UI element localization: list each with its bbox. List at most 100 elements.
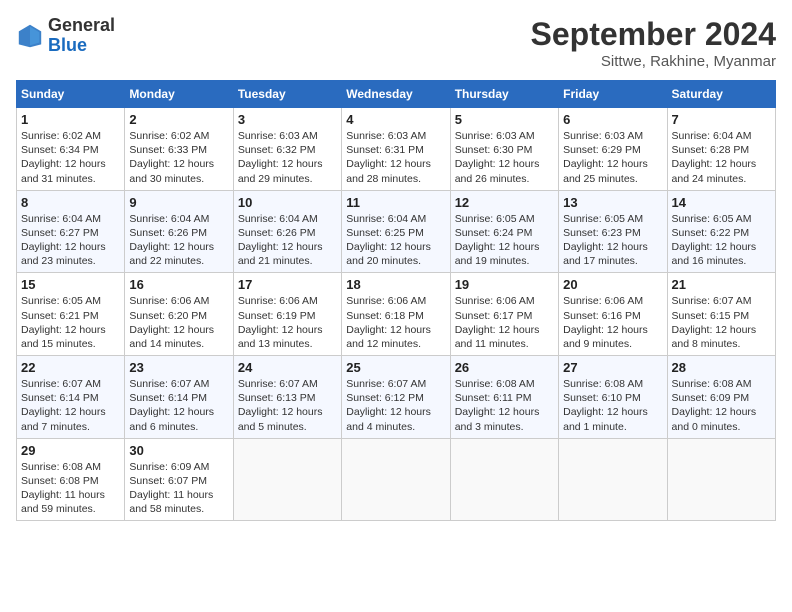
calendar-table: Sunday Monday Tuesday Wednesday Thursday… <box>16 80 776 521</box>
table-row: 11 Sunrise: 6:04 AM Sunset: 6:25 PM Dayl… <box>342 190 450 273</box>
day-info: Sunrise: 6:05 AM Sunset: 6:22 PM Dayligh… <box>672 212 771 269</box>
day-number: 29 <box>21 443 120 458</box>
day-number: 10 <box>238 195 337 210</box>
header-monday: Monday <box>125 81 233 108</box>
day-number: 28 <box>672 360 771 375</box>
calendar-week-row: 15 Sunrise: 6:05 AM Sunset: 6:21 PM Dayl… <box>17 273 776 356</box>
table-row: 27 Sunrise: 6:08 AM Sunset: 6:10 PM Dayl… <box>559 356 667 439</box>
day-number: 18 <box>346 277 445 292</box>
day-number: 30 <box>129 443 228 458</box>
day-info: Sunrise: 6:05 AM Sunset: 6:23 PM Dayligh… <box>563 212 662 269</box>
table-row: 24 Sunrise: 6:07 AM Sunset: 6:13 PM Dayl… <box>233 356 341 439</box>
day-number: 24 <box>238 360 337 375</box>
table-row: 28 Sunrise: 6:08 AM Sunset: 6:09 PM Dayl… <box>667 356 775 439</box>
page-header: General Blue September 2024 Sittwe, Rakh… <box>16 16 776 70</box>
logo-general: General <box>48 15 115 35</box>
table-row: 29 Sunrise: 6:08 AM Sunset: 6:08 PM Dayl… <box>17 438 125 521</box>
day-info: Sunrise: 6:02 AM Sunset: 6:33 PM Dayligh… <box>129 129 228 186</box>
logo-blue: Blue <box>48 35 87 55</box>
table-row: 19 Sunrise: 6:06 AM Sunset: 6:17 PM Dayl… <box>450 273 558 356</box>
table-row <box>233 438 341 521</box>
location: Sittwe, Rakhine, Myanmar <box>531 53 776 70</box>
header-friday: Friday <box>559 81 667 108</box>
day-number: 7 <box>672 112 771 127</box>
day-info: Sunrise: 6:07 AM Sunset: 6:15 PM Dayligh… <box>672 294 771 351</box>
day-number: 13 <box>563 195 662 210</box>
table-row: 9 Sunrise: 6:04 AM Sunset: 6:26 PM Dayli… <box>125 190 233 273</box>
table-row: 13 Sunrise: 6:05 AM Sunset: 6:23 PM Dayl… <box>559 190 667 273</box>
table-row: 5 Sunrise: 6:03 AM Sunset: 6:30 PM Dayli… <box>450 108 558 191</box>
header-sunday: Sunday <box>17 81 125 108</box>
day-info: Sunrise: 6:05 AM Sunset: 6:24 PM Dayligh… <box>455 212 554 269</box>
month-year: September 2024 <box>531 16 776 53</box>
day-info: Sunrise: 6:04 AM Sunset: 6:27 PM Dayligh… <box>21 212 120 269</box>
table-row: 26 Sunrise: 6:08 AM Sunset: 6:11 PM Dayl… <box>450 356 558 439</box>
day-number: 27 <box>563 360 662 375</box>
day-info: Sunrise: 6:03 AM Sunset: 6:30 PM Dayligh… <box>455 129 554 186</box>
day-number: 11 <box>346 195 445 210</box>
table-row <box>667 438 775 521</box>
day-number: 14 <box>672 195 771 210</box>
table-row: 20 Sunrise: 6:06 AM Sunset: 6:16 PM Dayl… <box>559 273 667 356</box>
table-row: 21 Sunrise: 6:07 AM Sunset: 6:15 PM Dayl… <box>667 273 775 356</box>
table-row: 23 Sunrise: 6:07 AM Sunset: 6:14 PM Dayl… <box>125 356 233 439</box>
days-header-row: Sunday Monday Tuesday Wednesday Thursday… <box>17 81 776 108</box>
table-row: 30 Sunrise: 6:09 AM Sunset: 6:07 PM Dayl… <box>125 438 233 521</box>
table-row <box>450 438 558 521</box>
day-info: Sunrise: 6:06 AM Sunset: 6:18 PM Dayligh… <box>346 294 445 351</box>
calendar-week-row: 22 Sunrise: 6:07 AM Sunset: 6:14 PM Dayl… <box>17 356 776 439</box>
table-row: 25 Sunrise: 6:07 AM Sunset: 6:12 PM Dayl… <box>342 356 450 439</box>
day-number: 6 <box>563 112 662 127</box>
day-number: 2 <box>129 112 228 127</box>
table-row: 2 Sunrise: 6:02 AM Sunset: 6:33 PM Dayli… <box>125 108 233 191</box>
calendar-week-row: 29 Sunrise: 6:08 AM Sunset: 6:08 PM Dayl… <box>17 438 776 521</box>
title-area: September 2024 Sittwe, Rakhine, Myanmar <box>531 16 776 70</box>
header-wednesday: Wednesday <box>342 81 450 108</box>
day-info: Sunrise: 6:07 AM Sunset: 6:13 PM Dayligh… <box>238 377 337 434</box>
table-row: 8 Sunrise: 6:04 AM Sunset: 6:27 PM Dayli… <box>17 190 125 273</box>
calendar-week-row: 8 Sunrise: 6:04 AM Sunset: 6:27 PM Dayli… <box>17 190 776 273</box>
day-info: Sunrise: 6:08 AM Sunset: 6:08 PM Dayligh… <box>21 460 120 517</box>
day-number: 17 <box>238 277 337 292</box>
day-number: 12 <box>455 195 554 210</box>
logo-text: General Blue <box>48 16 115 56</box>
day-number: 9 <box>129 195 228 210</box>
day-info: Sunrise: 6:04 AM Sunset: 6:28 PM Dayligh… <box>672 129 771 186</box>
day-info: Sunrise: 6:05 AM Sunset: 6:21 PM Dayligh… <box>21 294 120 351</box>
day-number: 1 <box>21 112 120 127</box>
table-row: 3 Sunrise: 6:03 AM Sunset: 6:32 PM Dayli… <box>233 108 341 191</box>
table-row: 17 Sunrise: 6:06 AM Sunset: 6:19 PM Dayl… <box>233 273 341 356</box>
day-info: Sunrise: 6:08 AM Sunset: 6:11 PM Dayligh… <box>455 377 554 434</box>
table-row: 4 Sunrise: 6:03 AM Sunset: 6:31 PM Dayli… <box>342 108 450 191</box>
day-number: 22 <box>21 360 120 375</box>
day-info: Sunrise: 6:08 AM Sunset: 6:10 PM Dayligh… <box>563 377 662 434</box>
day-info: Sunrise: 6:08 AM Sunset: 6:09 PM Dayligh… <box>672 377 771 434</box>
day-number: 20 <box>563 277 662 292</box>
day-number: 15 <box>21 277 120 292</box>
table-row <box>559 438 667 521</box>
table-row: 22 Sunrise: 6:07 AM Sunset: 6:14 PM Dayl… <box>17 356 125 439</box>
table-row: 16 Sunrise: 6:06 AM Sunset: 6:20 PM Dayl… <box>125 273 233 356</box>
day-info: Sunrise: 6:04 AM Sunset: 6:26 PM Dayligh… <box>238 212 337 269</box>
day-number: 16 <box>129 277 228 292</box>
calendar-week-row: 1 Sunrise: 6:02 AM Sunset: 6:34 PM Dayli… <box>17 108 776 191</box>
day-number: 21 <box>672 277 771 292</box>
day-info: Sunrise: 6:07 AM Sunset: 6:14 PM Dayligh… <box>129 377 228 434</box>
table-row: 1 Sunrise: 6:02 AM Sunset: 6:34 PM Dayli… <box>17 108 125 191</box>
header-saturday: Saturday <box>667 81 775 108</box>
day-info: Sunrise: 6:06 AM Sunset: 6:19 PM Dayligh… <box>238 294 337 351</box>
day-info: Sunrise: 6:03 AM Sunset: 6:31 PM Dayligh… <box>346 129 445 186</box>
day-info: Sunrise: 6:06 AM Sunset: 6:17 PM Dayligh… <box>455 294 554 351</box>
day-info: Sunrise: 6:07 AM Sunset: 6:14 PM Dayligh… <box>21 377 120 434</box>
day-info: Sunrise: 6:04 AM Sunset: 6:25 PM Dayligh… <box>346 212 445 269</box>
day-number: 26 <box>455 360 554 375</box>
header-thursday: Thursday <box>450 81 558 108</box>
table-row: 12 Sunrise: 6:05 AM Sunset: 6:24 PM Dayl… <box>450 190 558 273</box>
table-row: 15 Sunrise: 6:05 AM Sunset: 6:21 PM Dayl… <box>17 273 125 356</box>
logo: General Blue <box>16 16 115 56</box>
day-info: Sunrise: 6:04 AM Sunset: 6:26 PM Dayligh… <box>129 212 228 269</box>
day-info: Sunrise: 6:06 AM Sunset: 6:20 PM Dayligh… <box>129 294 228 351</box>
day-number: 3 <box>238 112 337 127</box>
day-number: 19 <box>455 277 554 292</box>
table-row: 6 Sunrise: 6:03 AM Sunset: 6:29 PM Dayli… <box>559 108 667 191</box>
